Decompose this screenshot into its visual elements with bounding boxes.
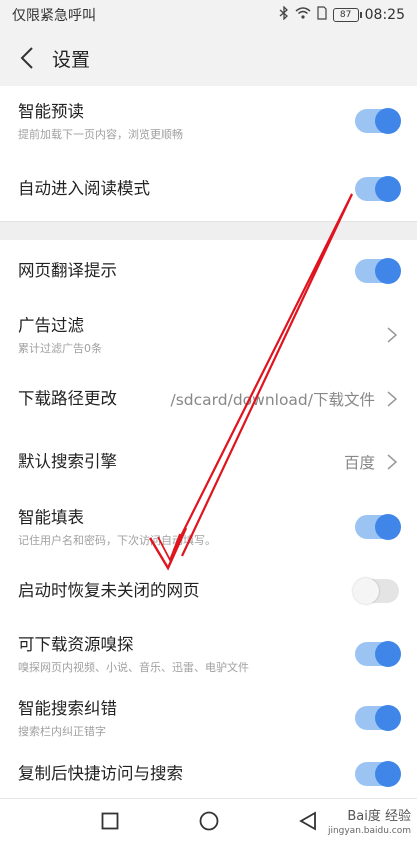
setting-label: 下载路径更改 <box>18 389 117 408</box>
watermark-url: jingyan.baidu.com <box>327 826 411 836</box>
bluetooth-icon <box>279 5 289 24</box>
setting-smart-preload[interactable]: 智能预读 提前加载下一页内容，浏览更顺畅 <box>0 86 417 156</box>
setting-resource-sniffing[interactable]: 可下载资源嗅探 嗅探网页内视频、小说、音乐、迅雷、电驴文件 <box>0 622 417 686</box>
settings-group-1: 智能预读 提前加载下一页内容，浏览更顺畅 自动进入阅读模式 <box>0 86 417 222</box>
setting-label: 网页翻译提示 <box>18 261 117 280</box>
chevron-right-icon <box>387 454 398 470</box>
back-button[interactable] <box>14 43 40 73</box>
status-bar: 仅限紧急呼叫 87 08:25 <box>0 0 417 30</box>
setting-default-search-engine[interactable]: 默认搜索引擎 百度 <box>0 430 417 494</box>
setting-description: 累计过滤广告0条 <box>18 341 102 355</box>
setting-description: 嗅探网页内视频、小说、音乐、迅雷、电驴文件 <box>18 660 249 674</box>
back-nav-button[interactable] <box>296 809 320 833</box>
setting-label: 智能预读 <box>18 101 84 121</box>
setting-label: 智能填表 <box>18 507 84 527</box>
section-gap <box>0 222 417 240</box>
watermark-brand: Bai度 经验 <box>347 809 411 824</box>
setting-restore-tabs[interactable]: 启动时恢复未关闭的网页 <box>0 560 417 622</box>
recent-apps-button[interactable] <box>98 809 122 833</box>
circle-icon <box>199 811 218 830</box>
setting-description: 提前加载下一页内容，浏览更顺畅 <box>18 127 183 141</box>
chevron-right-icon <box>387 391 398 407</box>
chevron-left-icon <box>20 47 33 69</box>
smart-form-fill-toggle[interactable] <box>355 514 401 540</box>
setting-ad-filter[interactable]: 广告过滤 累计过滤广告0条 <box>0 302 417 368</box>
setting-download-path[interactable]: 下载路径更改 /sdcard/download/下载文件 <box>0 368 417 430</box>
setting-description: 记住用户名和密码，下次访问自动填写。 <box>18 533 216 547</box>
auto-reading-mode-toggle[interactable] <box>355 176 401 202</box>
battery-icon: 87 <box>332 8 362 22</box>
setting-copy-quick-access[interactable]: 复制后快捷访问与搜索 <box>0 750 417 798</box>
resource-sniffing-toggle[interactable] <box>355 641 401 667</box>
status-icons: 87 08:25 <box>279 5 405 24</box>
home-button[interactable] <box>197 809 221 833</box>
search-engine-value: 百度 <box>343 454 375 472</box>
wifi-icon <box>295 7 311 23</box>
sim-card-icon <box>317 6 327 24</box>
translation-prompt-toggle[interactable] <box>355 258 401 284</box>
download-path-value: /sdcard/download/下载文件 <box>170 391 376 409</box>
setting-label: 广告过滤 <box>18 315 84 335</box>
smart-preload-toggle[interactable] <box>355 108 401 134</box>
restore-tabs-toggle[interactable] <box>353 578 399 604</box>
copy-quick-access-toggle[interactable] <box>355 761 401 787</box>
setting-auto-reading-mode[interactable]: 自动进入阅读模式 <box>0 156 417 222</box>
triangle-back-icon <box>298 810 316 831</box>
setting-label: 自动进入阅读模式 <box>18 179 150 198</box>
clock-time: 08:25 <box>364 7 405 23</box>
battery-level: 87 <box>339 10 352 20</box>
page-title: 设置 <box>52 48 91 71</box>
setting-description: 搜索栏内纠正错字 <box>18 724 106 738</box>
setting-label: 复制后快捷访问与搜索 <box>18 764 183 783</box>
chevron-right-icon <box>387 327 398 343</box>
setting-label: 可下载资源嗅探 <box>18 634 134 654</box>
search-correction-toggle[interactable] <box>355 705 401 731</box>
settings-group-2: 网页翻译提示 广告过滤 累计过滤广告0条 下载路径更改 /sdcard/down… <box>0 240 417 798</box>
watermark: Bai度 经验 jingyan.baidu.com <box>328 810 411 838</box>
setting-label: 默认搜索引擎 <box>18 452 117 471</box>
title-bar: 设置 <box>0 30 417 86</box>
setting-label: 启动时恢复未关闭的网页 <box>18 581 200 600</box>
carrier-text: 仅限紧急呼叫 <box>12 8 96 24</box>
setting-smart-form-fill[interactable]: 智能填表 记住用户名和密码，下次访问自动填写。 <box>0 494 417 560</box>
setting-label: 智能搜索纠错 <box>18 698 117 718</box>
square-icon <box>101 812 118 829</box>
setting-translation-prompt[interactable]: 网页翻译提示 <box>0 240 417 302</box>
setting-search-correction[interactable]: 智能搜索纠错 搜索栏内纠正错字 <box>0 686 417 750</box>
